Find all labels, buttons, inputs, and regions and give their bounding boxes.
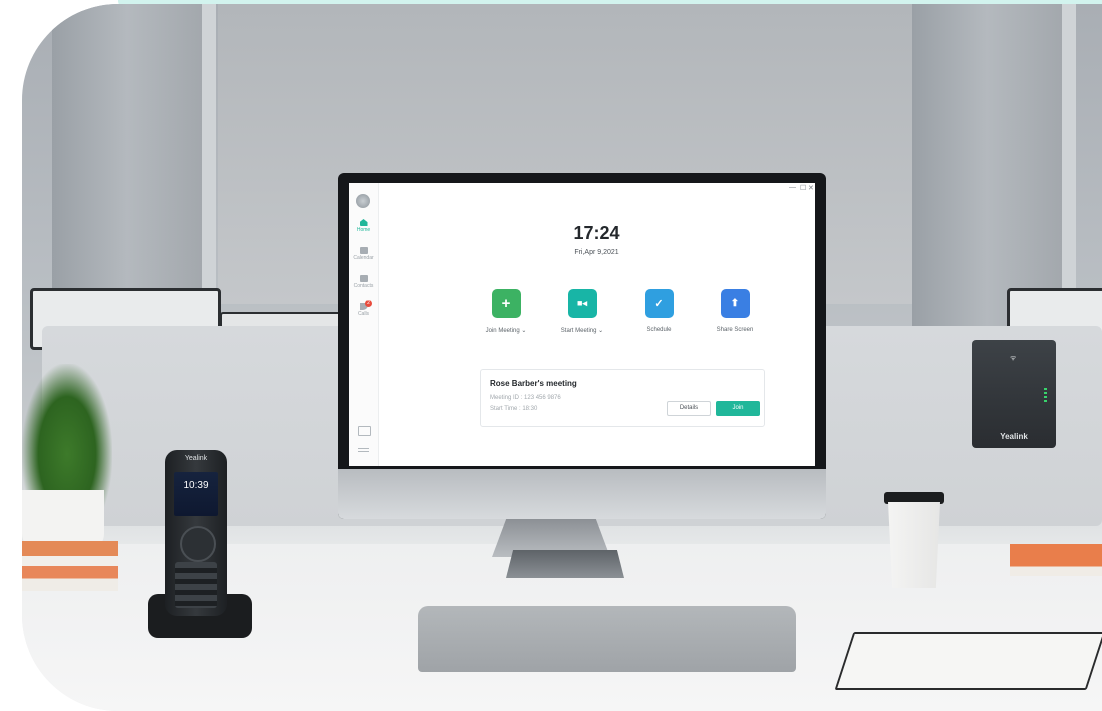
menu-icon[interactable] (358, 448, 369, 454)
handset-keypad (175, 562, 217, 608)
handset-brand: Yealink (184, 455, 208, 462)
video-camera-icon: ■◂ (567, 289, 597, 318)
status-leds (1044, 388, 1047, 402)
details-button[interactable]: Details (667, 401, 711, 416)
plus-icon: + (491, 289, 521, 318)
handset-nav-key (180, 526, 216, 562)
calendar-check-icon: ✓ (644, 289, 674, 318)
schedule-label: Schedule (646, 327, 672, 333)
share-screen-label: Share Screen (716, 327, 754, 333)
open-notebook (834, 632, 1102, 690)
maximize-button[interactable]: ☐ (800, 184, 806, 192)
schedule-button[interactable]: ✓ Schedule (631, 289, 687, 333)
start-meeting-button[interactable]: ■◂ Start Meeting ⌄ (554, 289, 610, 334)
sidebar: Home Calendar Contacts 2 Calls (349, 183, 379, 466)
sidebar-item-label: Calls (357, 311, 370, 317)
close-button[interactable]: ✕ (808, 184, 814, 192)
minimize-button[interactable]: — (789, 184, 796, 191)
sidebar-item-contacts[interactable]: Contacts (349, 275, 378, 289)
sidebar-item-label: Contacts (353, 283, 374, 289)
sidebar-item-home[interactable]: Home (349, 219, 378, 233)
meeting-start-time: Start Time : 18:30 (490, 406, 538, 412)
sidebar-item-calls[interactable]: 2 Calls (349, 300, 378, 317)
monitor-stand-base (506, 550, 624, 578)
share-screen-icon: ⬆ (720, 289, 750, 318)
home-icon (359, 219, 368, 226)
coffee-cup (888, 502, 940, 588)
current-time: 17:24 (573, 223, 620, 243)
wifi-icon: ᯤ (1010, 355, 1017, 362)
monitor-chin (338, 469, 826, 519)
folder-icon[interactable] (358, 426, 371, 436)
dect-handset: Yealink 10:39 (165, 450, 227, 616)
book-stack-right (1010, 544, 1102, 576)
book-stack-left (22, 541, 118, 591)
avatar[interactable] (356, 194, 370, 208)
base-station: ᯤ Yealink (972, 340, 1056, 448)
share-screen-button[interactable]: ⬆ Share Screen (707, 289, 763, 333)
start-meeting-label: Start Meeting ⌄ (560, 328, 604, 334)
join-button[interactable]: Join (716, 401, 760, 416)
handset-screen: 10:39 (174, 472, 218, 516)
current-date: Fri,Apr 9,2021 (574, 249, 619, 256)
calendar-icon (359, 247, 368, 254)
join-meeting-label: Join Meeting ⌄ (485, 328, 527, 334)
calls-badge: 2 (365, 300, 372, 307)
app-window: — ☐ ✕ Home Calendar Contacts 2 Calls 17:… (349, 183, 815, 466)
meeting-card: Rose Barber's meeting Meeting ID : 123 4… (480, 369, 765, 427)
contacts-icon (359, 275, 368, 282)
meeting-id: Meeting ID : 123 456 9876 (490, 395, 561, 401)
closed-laptop (418, 606, 796, 672)
meeting-title: Rose Barber's meeting (490, 379, 577, 388)
base-station-brand: Yealink (1000, 432, 1028, 441)
sidebar-item-label: Calendar (353, 255, 374, 261)
sidebar-item-label: Home (356, 227, 371, 233)
handset-time: 10:39 (183, 480, 209, 491)
sidebar-item-calendar[interactable]: Calendar (349, 247, 378, 261)
join-meeting-button[interactable]: + Join Meeting ⌄ (478, 289, 534, 334)
